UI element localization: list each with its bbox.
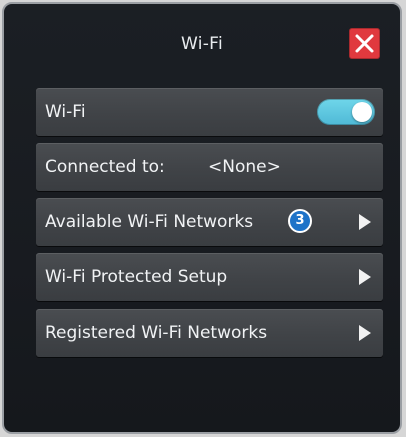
toggle-knob xyxy=(352,102,372,122)
connected-to-row: Connected to: <None> xyxy=(36,143,383,191)
close-button[interactable] xyxy=(349,28,380,59)
available-networks-label: Available Wi-Fi Networks xyxy=(45,212,254,232)
close-icon xyxy=(355,34,374,53)
chevron-right-icon xyxy=(359,325,371,341)
wps-label: Wi-Fi Protected Setup xyxy=(45,267,228,287)
page-title: Wi-Fi xyxy=(180,34,224,54)
connected-to-label: Connected to: xyxy=(45,157,165,177)
registered-networks-label: Registered Wi-Fi Networks xyxy=(45,323,268,343)
wifi-dialog: Wi-Fi Wi-Fi Connected to: <None> Availab… xyxy=(2,2,402,434)
wifi-label: Wi-Fi xyxy=(45,102,86,122)
chevron-right-icon xyxy=(359,269,371,285)
available-networks-row[interactable]: Available Wi-Fi Networks 3 xyxy=(36,198,383,246)
connected-network-value: <None> xyxy=(208,157,281,177)
chevron-right-icon xyxy=(359,214,371,230)
registered-networks-row[interactable]: Registered Wi-Fi Networks xyxy=(36,309,383,357)
wps-row[interactable]: Wi-Fi Protected Setup xyxy=(36,253,383,301)
wifi-toggle[interactable] xyxy=(317,99,375,125)
network-count-badge: 3 xyxy=(288,209,312,233)
wifi-toggle-row[interactable]: Wi-Fi xyxy=(36,88,383,136)
